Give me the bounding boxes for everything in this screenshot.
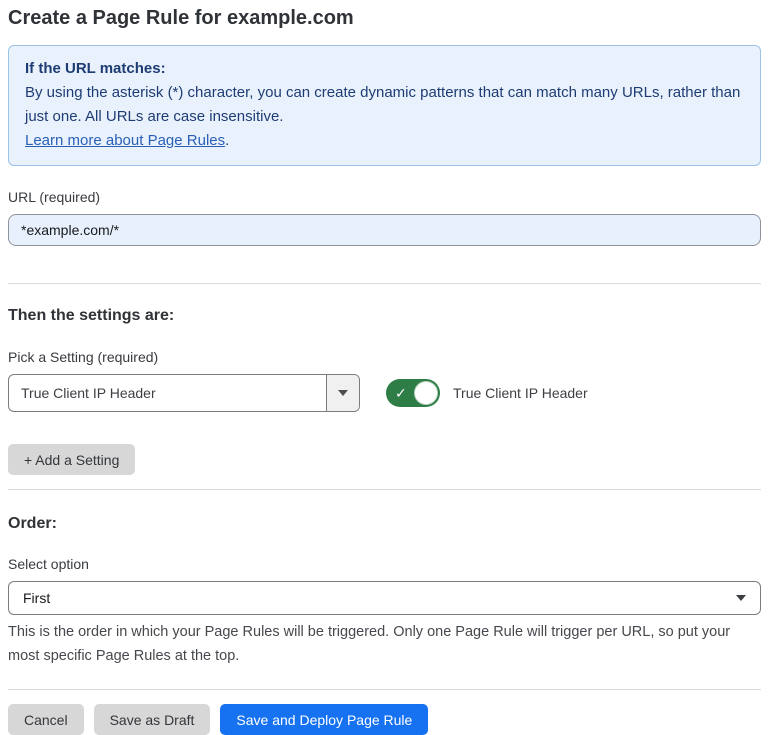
link-suffix: . (225, 132, 229, 149)
footer-actions: Cancel Save as Draft Save and Deploy Pag… (8, 704, 761, 735)
check-icon: ✓ (395, 386, 407, 400)
order-select-value: First (23, 590, 50, 606)
cancel-button[interactable]: Cancel (8, 704, 84, 735)
url-match-info-box: If the URL matches: By using the asteris… (8, 45, 761, 166)
toggle-label: True Client IP Header (453, 385, 588, 401)
chevron-down-icon (736, 595, 746, 601)
order-help-text: This is the order in which your Page Rul… (8, 620, 753, 668)
info-box-body: By using the asterisk (*) character, you… (25, 81, 744, 129)
info-box-body-text: By using the asterisk (*) character, you… (25, 84, 740, 125)
setting-select-caret-button[interactable] (326, 375, 359, 411)
save-and-deploy-button[interactable]: Save and Deploy Page Rule (220, 704, 428, 735)
setting-row: True Client IP Header ✓ True Client IP H… (8, 374, 761, 412)
setting-select-value: True Client IP Header (9, 375, 326, 411)
info-box-heading: If the URL matches: (25, 57, 744, 81)
info-box-link-line: Learn more about Page Rules. (25, 129, 744, 153)
save-as-draft-button[interactable]: Save as Draft (94, 704, 211, 735)
divider (8, 689, 761, 690)
url-field-label: URL (required) (8, 189, 761, 206)
order-select-label: Select option (8, 556, 761, 573)
page-title: Create a Page Rule for example.com (8, 6, 761, 30)
add-setting-button[interactable]: + Add a Setting (8, 444, 135, 475)
settings-section-heading: Then the settings are: (8, 306, 761, 325)
divider (8, 283, 761, 284)
chevron-down-icon (338, 390, 348, 396)
pick-setting-label: Pick a Setting (required) (8, 349, 761, 366)
toggle-wrap: ✓ True Client IP Header (386, 379, 588, 407)
true-client-ip-toggle[interactable]: ✓ (386, 379, 440, 407)
divider (8, 489, 761, 490)
order-select[interactable]: First (8, 581, 761, 615)
url-input[interactable] (8, 214, 761, 246)
setting-select[interactable]: True Client IP Header (8, 374, 360, 412)
learn-more-link[interactable]: Learn more about Page Rules (25, 132, 225, 149)
toggle-knob (414, 381, 438, 405)
order-section-heading: Order: (8, 514, 761, 533)
